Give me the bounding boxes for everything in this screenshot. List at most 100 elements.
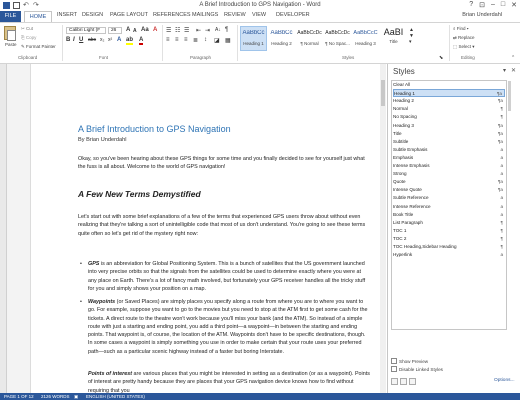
sort-icon[interactable]: A↓ — [215, 27, 221, 33]
user-name[interactable]: Brian Underdahl — [462, 12, 502, 18]
format-painter-button[interactable]: ✎ Format Painter — [21, 44, 56, 50]
text-effects-icon[interactable]: A — [117, 37, 121, 43]
style-list-item[interactable]: Normal ¶ — [393, 105, 505, 113]
tab-home[interactable]: HOME — [24, 11, 52, 22]
vertical-scrollbar[interactable] — [380, 64, 386, 393]
gallery-scroll-icon[interactable]: ▲ ▼ ▾ — [409, 27, 414, 45]
style-list-item[interactable]: Subtitle ¶a — [393, 138, 505, 146]
increase-indent-icon[interactable]: ⇥ — [205, 27, 210, 34]
gallery-style-heading-3[interactable]: AaBbCcC Heading 3 — [352, 26, 379, 51]
superscript-icon[interactable]: x² — [108, 37, 112, 43]
maximize-icon[interactable]: □ — [501, 1, 505, 9]
collapse-ribbon-icon[interactable]: ⌃ — [511, 55, 515, 61]
tab-developer[interactable]: DEVELOPER — [276, 12, 310, 18]
options-link[interactable]: Options... — [494, 378, 515, 383]
decrease-indent-icon[interactable]: ⇤ — [196, 27, 201, 34]
underline-icon[interactable]: U — [79, 37, 83, 43]
show-preview-checkbox[interactable]: Show Preview — [391, 358, 428, 364]
subscript-icon[interactable]: x₂ — [100, 37, 104, 43]
style-list-item[interactable]: TOC 1 ¶ — [393, 227, 505, 235]
borders-icon[interactable]: ▦ — [225, 37, 231, 44]
style-list-item[interactable]: No Spacing ¶ — [393, 113, 505, 121]
align-center-icon[interactable]: ≡ — [175, 37, 179, 43]
disable-linked-styles-checkbox[interactable]: Disable Linked Styles — [391, 366, 443, 372]
select-button[interactable]: ⬚ Select ▾ — [453, 44, 475, 50]
list-item[interactable]: Points of interest are various places th… — [88, 370, 370, 393]
styles-list-scrollbar[interactable] — [508, 81, 511, 111]
close-icon[interactable]: ✕ — [511, 1, 517, 9]
style-list-item[interactable]: Title ¶a — [393, 130, 505, 138]
show-hide-icon[interactable]: ¶ — [225, 27, 228, 33]
gallery-style-heading-2[interactable]: AaBbCc Heading 2 — [268, 26, 295, 51]
font-color-icon[interactable]: A — [139, 37, 144, 45]
ribbon-display-icon[interactable]: ⊡ — [479, 1, 485, 9]
list-item[interactable]: GPS is an abbreviation for Global Positi… — [80, 260, 370, 293]
style-list-item[interactable]: TOC 2 ¶ — [393, 235, 505, 243]
section-heading[interactable]: A Few New Terms Demystified — [78, 189, 201, 199]
document-author[interactable]: By Brian Underdahl — [78, 137, 127, 143]
style-list-item[interactable]: Clear All — [393, 81, 505, 89]
font-name-combo[interactable]: Calibri Light (F — [66, 27, 106, 34]
minimize-icon[interactable]: – — [491, 1, 495, 9]
style-list-item[interactable]: Intense Emphasis a — [393, 162, 505, 170]
numbering-icon[interactable]: ☷ — [175, 27, 180, 34]
strikethrough-icon[interactable]: abc — [88, 37, 96, 43]
style-list-item[interactable]: Heading 1 ¶a — [393, 89, 505, 98]
styles-launcher-icon[interactable]: ⬊ — [439, 55, 443, 61]
scrollbar-thumb[interactable] — [381, 80, 385, 106]
page-count[interactable]: PAGE 1 OF 12 — [4, 393, 34, 400]
bold-icon[interactable]: B — [66, 37, 70, 43]
style-list-item[interactable]: Subtle Emphasis a — [393, 146, 505, 154]
find-button[interactable]: ⌕ Find ▾ — [453, 26, 469, 31]
tab-design[interactable]: DESIGN — [82, 12, 103, 18]
help-icon[interactable]: ? — [469, 1, 473, 9]
new-style-icon[interactable] — [391, 378, 398, 385]
style-list-item[interactable]: Subtle Reference a — [393, 194, 505, 202]
gallery-style-normal[interactable]: AaBbCcDc ¶ Normal — [296, 26, 323, 51]
tab-insert[interactable]: INSERT — [57, 12, 77, 18]
multilevel-list-icon[interactable]: ☰ — [184, 27, 189, 34]
proofing-icon[interactable]: ▣ — [74, 393, 78, 400]
style-list-item[interactable]: Intense Reference a — [393, 203, 505, 211]
pane-close-icon[interactable]: ✕ — [511, 67, 516, 74]
replace-button[interactable]: ⇄ Replace — [453, 35, 475, 41]
word-count[interactable]: 2126 WORDS — [41, 393, 70, 400]
gallery-style-heading-1[interactable]: AaBbCc Heading 1 — [240, 26, 267, 51]
cut-button[interactable]: ✂ Cut — [21, 26, 33, 32]
align-left-icon[interactable]: ≡ — [166, 37, 170, 43]
highlight-icon[interactable]: ab — [126, 37, 134, 45]
copy-button[interactable]: ⎘ Copy — [21, 35, 36, 40]
style-list-item[interactable]: Heading 2 ¶a — [393, 97, 505, 105]
intro-paragraph[interactable]: Okay, so you've been hearing about these… — [78, 155, 370, 172]
tab-file[interactable]: FILE — [0, 11, 21, 22]
font-size-combo[interactable]: 26 — [108, 27, 122, 34]
gallery-style-title[interactable]: AaBI Title — [380, 26, 407, 51]
tab-review[interactable]: REVIEW — [224, 12, 246, 18]
tab-mailings[interactable]: MAILINGS — [192, 12, 218, 18]
tab-page-layout[interactable]: PAGE LAYOUT — [110, 12, 148, 18]
tab-references[interactable]: REFERENCES — [153, 12, 191, 18]
tab-view[interactable]: VIEW — [252, 12, 266, 18]
gallery-style-no-spacing[interactable]: AaBbCcDc ¶ No Spac... — [324, 26, 351, 51]
grow-font-icon[interactable]: A — [126, 27, 130, 33]
style-list-item[interactable]: Strong a — [393, 170, 505, 178]
terms-paragraph[interactable]: Let's start out with some brief explanat… — [78, 213, 370, 238]
list-item[interactable]: Waypoints (or Saved Places) are simply p… — [80, 298, 370, 356]
style-list-item[interactable]: Intense Quote ¶a — [393, 186, 505, 194]
shrink-font-icon[interactable]: A — [133, 28, 137, 34]
bullets-icon[interactable]: ☰ — [166, 27, 171, 34]
change-case-icon[interactable]: Aa — [141, 27, 149, 33]
document-title[interactable]: A Brief Introduction to GPS Navigation — [78, 124, 231, 134]
italic-icon[interactable]: I — [73, 37, 75, 43]
style-list-item[interactable]: List Paragraph ¶ — [393, 219, 505, 227]
justify-icon[interactable]: ≣ — [193, 37, 198, 44]
paste-button[interactable]: Paste — [5, 42, 17, 47]
style-inspector-icon[interactable] — [400, 378, 407, 385]
style-list-item[interactable]: Quote ¶a — [393, 178, 505, 186]
clear-formatting-icon[interactable]: A — [153, 27, 157, 33]
paste-icon[interactable] — [4, 26, 16, 41]
shading-icon[interactable]: ◪ — [214, 37, 220, 44]
pane-options-icon[interactable]: ▾ — [503, 67, 506, 74]
manage-styles-icon[interactable] — [409, 378, 416, 385]
align-right-icon[interactable]: ≡ — [184, 37, 188, 43]
